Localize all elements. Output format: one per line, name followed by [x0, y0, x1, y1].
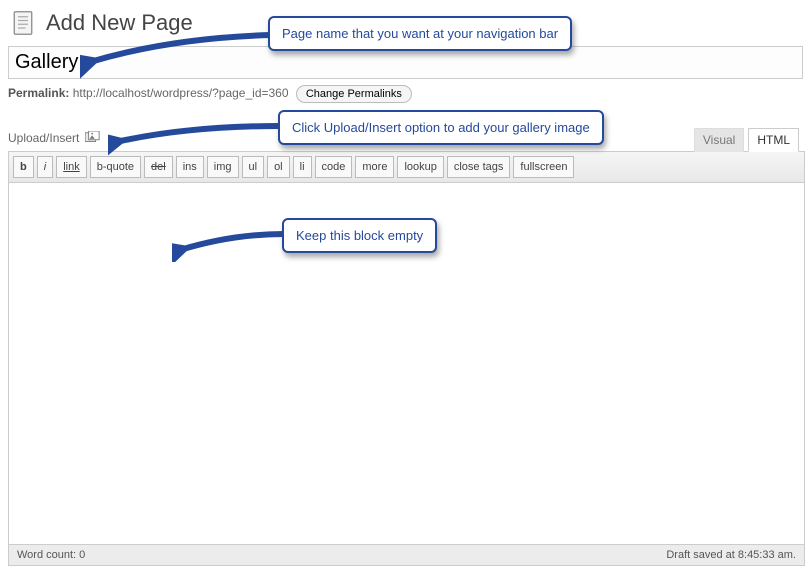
word-count-label: Word count: 0 [17, 549, 85, 561]
tb-bquote[interactable]: b-quote [90, 156, 141, 178]
page-icon [8, 8, 38, 38]
tb-li[interactable]: li [293, 156, 312, 178]
tb-link[interactable]: link [56, 156, 87, 178]
permalink-url: http://localhost/wordpress/?page_id=360 [73, 86, 289, 100]
tb-img[interactable]: img [207, 156, 239, 178]
editor-toolbar: b i link b-quote del ins img ul ol li co… [8, 151, 805, 183]
tab-visual[interactable]: Visual [694, 128, 744, 152]
tb-bold[interactable]: b [13, 156, 34, 178]
tb-lookup[interactable]: lookup [397, 156, 443, 178]
tb-closetags[interactable]: close tags [447, 156, 511, 178]
tb-ul[interactable]: ul [242, 156, 265, 178]
permalink-label: Permalink: [8, 86, 69, 100]
tb-code[interactable]: code [315, 156, 353, 178]
callout-2: Click Upload/Insert option to add your g… [278, 110, 604, 145]
draft-saved-label: Draft saved at 8:45:33 am. [666, 549, 796, 561]
callout-1: Page name that you want at your navigati… [268, 16, 572, 51]
tb-del[interactable]: del [144, 156, 173, 178]
tb-more[interactable]: more [355, 156, 394, 178]
tb-italic[interactable]: i [37, 156, 53, 178]
add-media-icon[interactable] [85, 131, 101, 145]
permalink-row: Permalink: http://localhost/wordpress/?p… [8, 85, 805, 103]
callout-3: Keep this block empty [282, 218, 437, 253]
change-permalinks-button[interactable]: Change Permalinks [296, 85, 412, 103]
tb-ins[interactable]: ins [176, 156, 204, 178]
tb-ol[interactable]: ol [267, 156, 290, 178]
tab-html[interactable]: HTML [748, 128, 799, 152]
tb-fullscreen[interactable]: fullscreen [513, 156, 574, 178]
upload-insert-label: Upload/Insert [8, 131, 79, 145]
page-title: Add New Page [46, 10, 193, 36]
